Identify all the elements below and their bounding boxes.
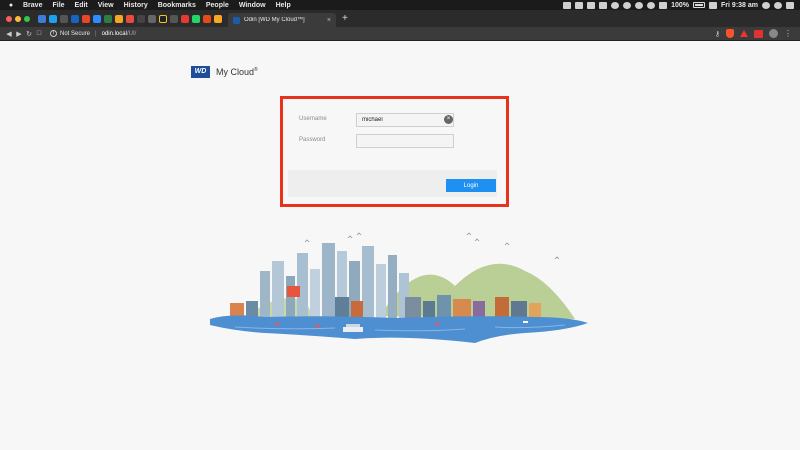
tab-title: Odin [WD My Cloud™] xyxy=(244,17,305,23)
product-name: My Cloud® xyxy=(216,67,258,77)
pinned-tab-icon[interactable] xyxy=(203,14,211,23)
pinned-tab-icon[interactable] xyxy=(214,14,222,23)
notification-center-icon[interactable] xyxy=(786,1,794,9)
battery-icon[interactable] xyxy=(693,2,706,8)
pinned-tab-icon[interactable] xyxy=(104,14,112,23)
time-machine-icon[interactable] xyxy=(647,1,656,9)
extension-icon[interactable] xyxy=(754,29,763,38)
pinned-tab-icon[interactable] xyxy=(181,14,189,23)
password-label: Password xyxy=(299,137,326,143)
wd-favicon-icon xyxy=(233,16,240,24)
umbrella-icon[interactable] xyxy=(611,1,620,9)
pinned-tab-icon[interactable] xyxy=(93,14,101,23)
dropbox-icon[interactable] xyxy=(587,1,596,9)
menubar-clock[interactable]: Fri 9:38 am xyxy=(721,2,758,9)
info-icon[interactable]: i xyxy=(50,30,57,37)
menu-people[interactable]: People xyxy=(201,2,234,9)
twitter-tab-icon[interactable] xyxy=(49,14,57,23)
username-label: Username xyxy=(299,116,327,122)
url-separator: | xyxy=(95,30,97,37)
security-status: Not Secure xyxy=(60,30,91,37)
onepassword-icon[interactable] xyxy=(575,1,584,9)
pinned-tab-icon[interactable] xyxy=(82,14,90,23)
clipboard-icon[interactable] xyxy=(599,1,608,9)
bookmark-icon[interactable]: □ xyxy=(34,30,44,37)
close-window-button[interactable] xyxy=(6,15,12,22)
user-icon[interactable] xyxy=(774,1,782,9)
battery-percent: 100% xyxy=(671,1,690,9)
status-app-icon[interactable] xyxy=(563,1,572,9)
back-icon[interactable]: ◀ xyxy=(4,30,14,38)
pinned-tab-icon[interactable] xyxy=(148,14,156,23)
apple-menu-icon[interactable]: ● xyxy=(4,2,18,9)
volume-icon[interactable] xyxy=(659,1,668,9)
browser-menu-icon[interactable]: ⋮ xyxy=(784,29,792,38)
url-text: odin.local/UI/ xyxy=(102,31,137,37)
username-field[interactable] xyxy=(356,113,454,127)
product-name-text: My Cloud xyxy=(216,67,255,77)
wd-my-cloud-logo: WD My Cloud® xyxy=(191,66,258,78)
flag-icon[interactable] xyxy=(709,1,718,9)
login-form: Username × Password xyxy=(288,104,497,170)
minimize-window-button[interactable] xyxy=(15,15,21,22)
key-icon[interactable]: ⚷ xyxy=(715,30,720,38)
brave-shields-icon[interactable] xyxy=(726,29,734,38)
pinned-tab-icon[interactable] xyxy=(126,14,134,23)
browser-tab-strip: Odin [WD My Cloud™] × + xyxy=(0,10,800,27)
menu-brave[interactable]: Brave xyxy=(18,2,47,9)
clear-input-icon[interactable]: × xyxy=(444,115,453,124)
new-tab-button[interactable]: + xyxy=(342,13,348,24)
url-path: /UI/ xyxy=(126,30,137,37)
pinned-tab-icon[interactable] xyxy=(170,14,178,23)
menu-edit[interactable]: Edit xyxy=(70,2,93,9)
pinned-tab-icon[interactable] xyxy=(60,14,68,23)
whatsapp-tab-icon[interactable] xyxy=(192,14,200,23)
close-tab-icon[interactable]: × xyxy=(327,17,331,24)
bluetooth-icon[interactable] xyxy=(623,1,632,9)
profile-avatar[interactable] xyxy=(769,29,778,38)
pinned-tab-icon[interactable] xyxy=(137,14,145,23)
login-panel: Username × Password Login xyxy=(288,104,497,197)
browser-toolbar: ◀ ▶ ↻ □ i Not Secure | odin.local/UI/ ⚷ … xyxy=(0,27,800,41)
city-skyline-illustration xyxy=(210,232,588,343)
menu-help[interactable]: Help xyxy=(271,2,296,9)
pinned-tabs xyxy=(38,14,222,23)
zoom-window-button[interactable] xyxy=(24,15,30,22)
shield-tab-icon[interactable] xyxy=(159,14,167,23)
status-menu-area: 100% Fri 9:38 am xyxy=(563,1,800,9)
brave-rewards-icon[interactable] xyxy=(740,30,748,37)
forward-icon[interactable]: ▶ xyxy=(14,30,24,38)
url-host: odin.local xyxy=(101,30,127,37)
menu-history[interactable]: History xyxy=(119,2,153,9)
reload-icon[interactable]: ↻ xyxy=(24,30,34,38)
macos-menu-bar: ● Brave File Edit View History Bookmarks… xyxy=(0,0,800,10)
page-content: WD My Cloud® Username × Password Login xyxy=(0,41,800,450)
active-tab[interactable]: Odin [WD My Cloud™] × xyxy=(228,13,336,27)
login-button[interactable]: Login xyxy=(446,179,496,192)
wifi-icon[interactable] xyxy=(635,1,644,9)
menu-bookmarks[interactable]: Bookmarks xyxy=(153,2,201,9)
url-bar[interactable]: i Not Secure | odin.local/UI/ xyxy=(50,30,136,37)
toolbar-actions: ⚷ ⋮ xyxy=(715,29,800,38)
pinned-tab-icon[interactable] xyxy=(71,14,79,23)
menu-view[interactable]: View xyxy=(93,2,119,9)
chart-tab-icon[interactable] xyxy=(115,14,123,23)
menu-window[interactable]: Window xyxy=(234,2,271,9)
menu-file[interactable]: File xyxy=(47,2,69,9)
wd-logo-badge: WD xyxy=(191,66,210,78)
password-field[interactable] xyxy=(356,134,454,148)
siri-icon[interactable] xyxy=(762,1,770,9)
window-controls xyxy=(6,15,30,22)
pinned-tab-icon[interactable] xyxy=(38,14,46,23)
